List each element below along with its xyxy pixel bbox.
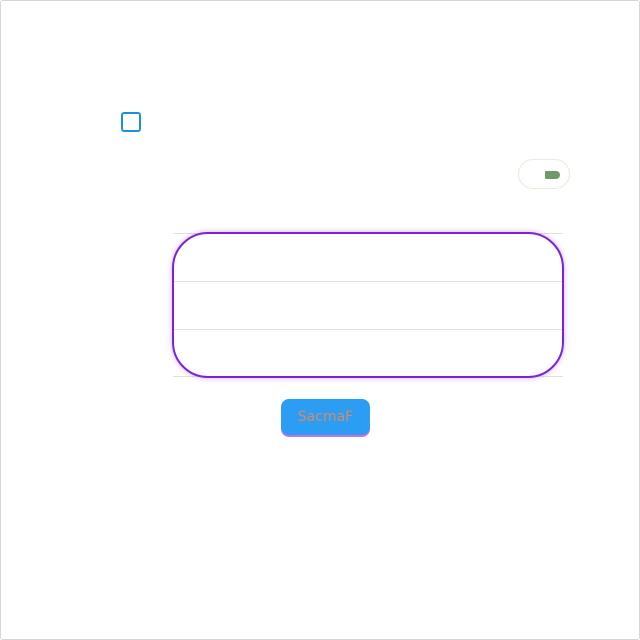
window-frame: SacmaF [0,0,640,640]
table-row[interactable] [173,234,563,282]
table-row[interactable] [173,330,563,378]
toggle-switch[interactable] [518,159,570,189]
toggle-knob [545,171,560,179]
table-row[interactable] [173,282,563,330]
row-divider [173,376,563,377]
submit-button[interactable]: SacmaF [281,399,370,435]
table [173,233,563,377]
checkbox[interactable] [121,112,141,132]
